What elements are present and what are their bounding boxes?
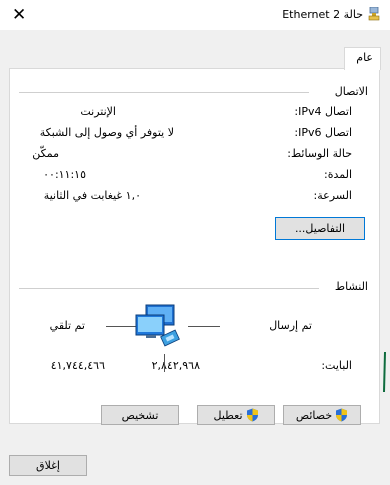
close-button[interactable]: إغلاق xyxy=(9,455,87,476)
sent-label: تم إرسال xyxy=(269,319,312,332)
computers-activity-icon xyxy=(135,304,180,347)
uac-shield-icon xyxy=(336,408,348,422)
connection-heading: الاتصال xyxy=(334,85,368,98)
duration-value: ٠٠:١١:١٥ xyxy=(43,168,86,181)
received-label: تم تلقي xyxy=(49,319,85,332)
bytes-divider xyxy=(164,354,165,372)
network-adapter-icon xyxy=(368,7,380,21)
connection-divider xyxy=(19,92,309,93)
disable-button-label: تعطيل xyxy=(213,408,243,422)
activity-heading: النشاط xyxy=(334,280,368,293)
properties-button-label: خصائص xyxy=(295,408,333,422)
properties-button[interactable]: خصائص xyxy=(283,405,361,425)
media-state-value: ممكّن xyxy=(32,147,59,160)
bytes-label: البايت: xyxy=(321,359,352,372)
media-state-label: حالة الوسائط: xyxy=(287,147,352,160)
details-button[interactable]: التفاصيل... xyxy=(275,217,365,240)
ipv6-value: لا يتوفر أي وصول إلى الشبكة xyxy=(39,126,174,139)
bytes-received-value: ٤١,٧٤٤,٤٦٦ xyxy=(50,359,105,372)
resize-grip-icon xyxy=(383,352,386,392)
window-title-text: حالة Ethernet 2 xyxy=(282,7,363,21)
bytes-sent-value: ٢,٨٤٢,٩٦٨ xyxy=(151,359,200,372)
disable-button[interactable]: تعطيل xyxy=(197,405,275,425)
ipv4-label: اتصال IPv4: xyxy=(294,105,352,118)
activity-divider xyxy=(19,288,319,289)
diagnose-button[interactable]: تشخيص xyxy=(101,405,179,425)
close-icon[interactable]: ✕ xyxy=(12,5,26,25)
uac-shield-icon xyxy=(246,408,258,422)
speed-label: السرعة: xyxy=(313,189,352,202)
tab-general-label: عام xyxy=(356,51,373,64)
ipv4-value: الإنترنت xyxy=(80,105,116,118)
speed-value: ١,٠ غيغابت في الثانية xyxy=(43,189,141,202)
window-title: حالة Ethernet 2 xyxy=(282,7,380,21)
ipv6-label: اتصال IPv6: xyxy=(294,126,352,139)
duration-label: المدة: xyxy=(323,168,352,181)
tab-general[interactable]: عام xyxy=(344,47,381,70)
title-bar: ✕ حالة Ethernet 2 xyxy=(0,0,390,30)
sent-line xyxy=(188,326,220,327)
